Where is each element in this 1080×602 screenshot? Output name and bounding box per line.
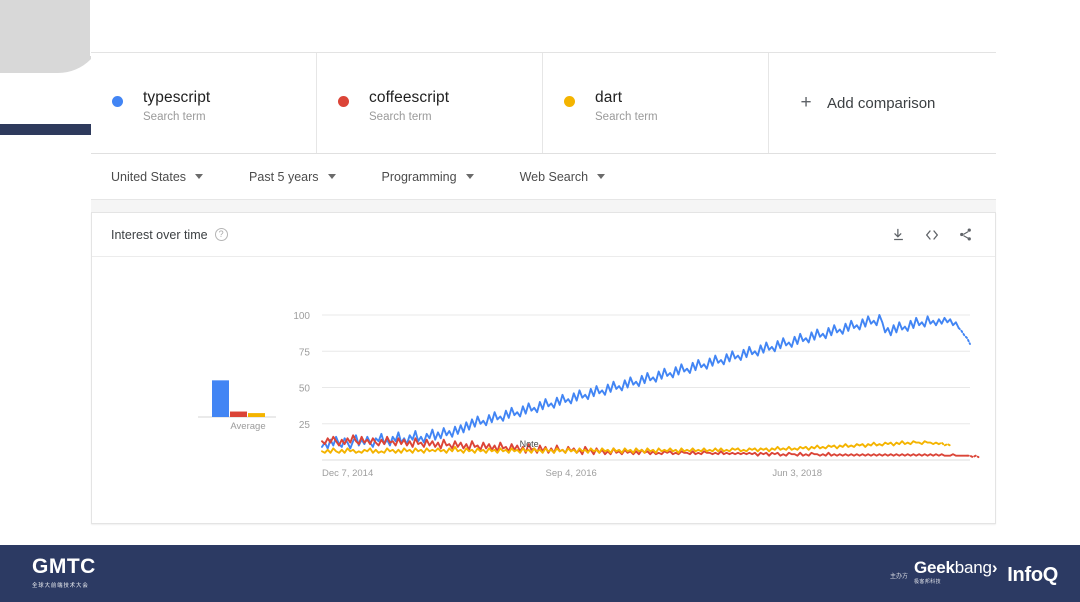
- geekbang-subtitle: 极客邦科技: [913, 579, 941, 585]
- infoq-logo: InfoQ: [1007, 564, 1058, 586]
- chevron-down-icon: [597, 174, 606, 179]
- chevron-down-icon: [327, 174, 336, 179]
- search-term-name: dart: [595, 89, 623, 106]
- svg-text:50: 50: [299, 384, 311, 395]
- share-icon[interactable]: [958, 227, 973, 242]
- google-trends-panel: typescript Search term coffeescript Sear…: [91, 52, 996, 524]
- geekbang-logo: Geekbang› 极客邦科技: [913, 558, 998, 586]
- search-term-subtitle: Search term: [595, 111, 658, 123]
- plot-area: Average 25 50 75 100 Dec 7, 2014 Sep 4, 2016 J…: [92, 257, 995, 523]
- sponsor-logos: 主办方 Geekbang› 极客邦科技 InfoQ: [889, 558, 1058, 586]
- card-actions: [891, 227, 973, 243]
- filter-time-range-label: Past 5 years: [249, 169, 319, 184]
- bottom-banner: GMTC 全球大前端技术大会 主办方 Geekbang› 极客邦科技 InfoQ: [0, 545, 1080, 602]
- svg-text:75: 75: [299, 347, 311, 358]
- filter-bar: United States Past 5 years Programming W…: [91, 154, 996, 200]
- plus-icon: +: [800, 92, 812, 113]
- embed-code-icon[interactable]: [924, 227, 940, 243]
- filter-time-range[interactable]: Past 5 years: [249, 169, 336, 184]
- search-term-name: coffeescript: [369, 89, 450, 106]
- search-term-card-3[interactable]: dart Search term: [543, 53, 769, 153]
- search-term-subtitle: Search term: [143, 111, 206, 123]
- svg-text:Sep 4, 2016: Sep 4, 2016: [546, 468, 597, 479]
- geekbang-arrow: ›: [991, 558, 998, 577]
- legend-dot-dart: [564, 96, 575, 107]
- decorative-mask: [90, 0, 170, 56]
- search-term-subtitle: Search term: [369, 111, 432, 123]
- svg-text:Note: Note: [520, 439, 539, 449]
- download-icon[interactable]: [891, 227, 906, 242]
- filter-region-label: United States: [111, 169, 187, 184]
- gmtc-logo: GMTC 全球大前端技术大会: [32, 555, 96, 590]
- interest-over-time-card: Interest over time ? Average 25 50 75 10…: [91, 212, 996, 524]
- filter-region[interactable]: United States: [111, 169, 204, 184]
- filter-category-label: Programming: [381, 169, 457, 184]
- svg-text:Dec 7, 2014: Dec 7, 2014: [322, 468, 373, 479]
- filter-search-type-label: Web Search: [519, 169, 589, 184]
- svg-text:100: 100: [293, 311, 310, 322]
- add-comparison-button[interactable]: + Add comparison: [769, 53, 996, 153]
- chevron-down-icon: [465, 174, 474, 179]
- svg-text:25: 25: [299, 420, 311, 431]
- gmtc-logo-text: GMTC: [32, 555, 96, 578]
- search-term-name: typescript: [143, 89, 211, 106]
- chevron-down-icon: [195, 174, 204, 179]
- search-term-card-1[interactable]: typescript Search term: [91, 53, 317, 153]
- legend-dot-typescript: [112, 96, 123, 107]
- geekbang-bang: bang: [954, 558, 992, 577]
- legend-dot-coffeescript: [338, 96, 349, 107]
- panel-gap-strip: [91, 200, 996, 212]
- search-terms-row: typescript Search term coffeescript Sear…: [91, 52, 996, 154]
- sponsor-label: 主办方: [889, 574, 908, 580]
- search-term-card-2[interactable]: coffeescript Search term: [317, 53, 543, 153]
- geekbang-geek: Geek: [913, 558, 955, 577]
- slide-root: typescript Search term coffeescript Sear…: [0, 0, 1080, 602]
- help-icon[interactable]: ?: [214, 228, 228, 241]
- gmtc-logo-subtitle: 全球大前端技术大会: [32, 583, 89, 589]
- card-header: Interest over time ?: [92, 213, 995, 257]
- interest-over-time-chart: 25 50 75 100 Dec 7, 2014 Sep 4, 2016 Jun 3, 20…: [293, 311, 980, 479]
- geekbang-logo-text: Geekbang›: [913, 558, 998, 577]
- svg-text:Jun 3, 2018: Jun 3, 2018: [772, 468, 822, 479]
- filter-search-type[interactable]: Web Search: [520, 170, 606, 184]
- card-title: Interest over time: [111, 227, 208, 242]
- filter-category[interactable]: Programming: [382, 170, 474, 184]
- add-comparison-label: Add comparison: [827, 94, 936, 112]
